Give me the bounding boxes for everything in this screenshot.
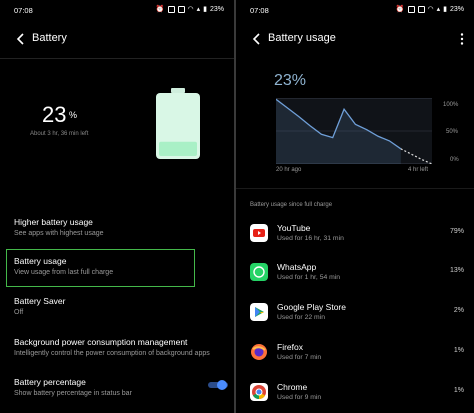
app-row-firefox[interactable]: Firefox Used for 7 min 1% [250,341,464,369]
x-tick-label: 20 hr ago [276,167,302,173]
y-tick-label: 0% [450,157,459,163]
back-arrow-icon[interactable] [250,32,264,46]
app-row-play-store[interactable]: Google Play Store Used for 22 min 2% [250,301,464,329]
wifi-icon: ◠ [187,6,194,13]
app-usage: Used for 1 hr, 54 min [277,274,341,281]
higher-battery-usage-item[interactable]: Higher battery usage See apps with highe… [14,217,104,237]
app-usage: Used for 7 min [277,354,322,361]
app-percent: 1% [453,387,464,394]
item-title: Battery usage [14,256,67,266]
notification-icon [167,5,175,13]
app-usage: Used for 22 min [277,314,325,321]
status-time: 07:08 [250,6,269,15]
divider [236,188,474,189]
app-name: Firefox [277,342,303,352]
page-title: Battery usage [268,32,336,44]
app-row-whatsapp[interactable]: WhatsApp Used for 1 hr, 54 min 13% [250,261,464,289]
item-subtitle: View usage from last full charge [14,269,114,276]
battery-percent-sign: % [69,110,78,120]
app-usage: Used for 9 min [277,394,322,401]
battery-graphic-icon [156,88,200,159]
item-title: Higher battery usage [14,217,93,227]
app-percent: 1% [453,347,464,354]
status-battery: 23% [209,5,224,13]
status-bar: 07:08 ⏰ ◠ ▴ ▮ 23% [0,0,234,20]
prediction-line [400,148,433,165]
battery-screen: 07:08 ⏰ ◠ ▴ ▮ 23% Battery 23 % About 3 h… [0,0,234,413]
notification-icon [407,5,415,13]
item-subtitle: Show battery percentage in status bar [14,390,132,397]
battery-percentage-item[interactable]: Battery percentage Show battery percenta… [14,377,132,397]
signal-icon: ▴ [436,6,441,13]
y-tick-label: 100% [443,102,459,108]
battery-usage-item[interactable]: Battery usage View usage from last full … [14,256,113,276]
background-power-item[interactable]: Background power consumption management … [14,337,210,357]
battery-percent: 23% [274,72,307,89]
status-icons: ⏰ ◠ ▴ ▮ 23% [156,5,224,13]
app-percent: 13% [449,267,464,274]
battery-saver-item[interactable]: Battery Saver Off [14,296,66,316]
battery-usage-screen: 07:08 ⏰ ◠ ▴ ▮ 23% Battery usage 23% 100%… [236,0,474,413]
more-options-icon[interactable] [460,33,464,45]
whatsapp-icon [250,263,268,281]
app-bar: Battery usage [236,28,474,50]
app-row-youtube[interactable]: YouTube Used for 16 hr, 31 min 79% [250,222,464,250]
alarm-icon: ⏰ [155,6,165,13]
battery-icon: ▮ [443,6,447,13]
app-name: YouTube [277,223,311,233]
item-subtitle: Intelligently control the power consumpt… [14,350,210,357]
item-title: Battery percentage [14,377,86,387]
divider [0,58,234,59]
signal-icon: ▴ [196,6,201,13]
item-subtitle: Off [14,309,24,316]
wifi-icon: ◠ [427,6,434,13]
time-left: About 3 hr, 36 min left [30,131,89,137]
app-bar: Battery [0,28,234,50]
y-tick-label: 50% [446,129,459,135]
youtube-icon [250,224,268,242]
section-header: Battery usage since full charge [250,202,333,208]
app-percent: 2% [453,307,464,314]
app-name: Google Play Store [277,302,346,312]
usage-area [276,99,401,164]
firefox-icon [251,344,267,360]
x-tick-label: 4 hr left [408,167,429,173]
battery-percentage-toggle[interactable] [208,380,228,390]
status-icons: ⏰ ◠ ▴ ▮ 23% [396,5,464,13]
battery-chart-svg [275,98,433,165]
app-name: WhatsApp [277,262,317,272]
battery-chart [275,98,433,165]
app-name: Chrome [277,382,308,392]
app-percent: 79% [449,228,464,235]
status-bar: 07:08 ⏰ ◠ ▴ ▮ 23% [236,0,474,20]
battery-icon: ▮ [203,6,207,13]
page-title: Battery [32,32,67,44]
status-battery: 23% [449,5,464,13]
notification-icon [417,5,425,13]
back-arrow-icon[interactable] [14,32,28,46]
chrome-icon [250,383,268,401]
status-time: 07:08 [14,6,33,15]
app-usage: Used for 16 hr, 31 min [277,235,344,242]
battery-percent: 23 [42,102,67,127]
item-title: Background power consumption management [14,337,188,347]
item-subtitle: See apps with highest usage [14,230,104,237]
alarm-icon: ⏰ [395,6,405,13]
item-title: Battery Saver [14,296,66,306]
notification-icon [177,5,185,13]
app-row-chrome[interactable]: Chrome Used for 9 min 1% [250,381,464,409]
play-store-icon [250,303,268,321]
